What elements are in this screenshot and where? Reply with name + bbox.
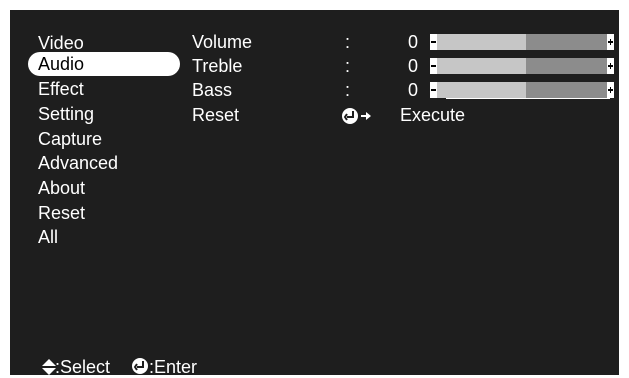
bass-label: Bass bbox=[192, 80, 233, 100]
treble-slider[interactable] bbox=[430, 58, 614, 74]
treble-value: 0 bbox=[408, 56, 419, 76]
volume-label: Volume bbox=[192, 32, 253, 52]
slider-track bbox=[526, 34, 614, 50]
bass-separator: : bbox=[345, 80, 351, 100]
volume-slider[interactable] bbox=[430, 34, 614, 50]
treble-separator: : bbox=[345, 56, 351, 76]
slider-fill bbox=[430, 58, 526, 74]
volume-separator: : bbox=[345, 32, 351, 52]
minus-icon[interactable] bbox=[430, 34, 437, 50]
slider-fill bbox=[430, 82, 526, 98]
volume-value: 0 bbox=[408, 32, 419, 52]
minus-icon[interactable] bbox=[430, 82, 437, 98]
menu-item-label: About bbox=[38, 178, 86, 198]
menu-item-label: Setting bbox=[38, 104, 95, 124]
minus-icon[interactable] bbox=[430, 58, 437, 74]
bass-value: 0 bbox=[408, 80, 419, 100]
menu-item-label: Audio bbox=[38, 54, 85, 74]
reset-label: Reset bbox=[192, 105, 240, 125]
projector-menu-screen: Video Audio Effect Setting Capture Advan… bbox=[10, 10, 619, 377]
menu-item-label: Reset All bbox=[38, 203, 86, 247]
plus-icon[interactable] bbox=[607, 82, 614, 98]
slider-track bbox=[526, 82, 614, 98]
enter-key-icon bbox=[132, 358, 148, 374]
plus-icon[interactable] bbox=[607, 34, 614, 50]
up-down-arrow-icon bbox=[42, 359, 56, 375]
enter-key-icon bbox=[342, 108, 371, 124]
plus-icon[interactable] bbox=[607, 58, 614, 74]
slider-underline bbox=[446, 98, 610, 99]
slider-fill bbox=[430, 34, 526, 50]
reset-execute-button[interactable]: Execute bbox=[400, 104, 465, 126]
menu-item-label: Advanced bbox=[38, 153, 119, 173]
menu-item-label: Effect bbox=[38, 79, 84, 99]
bass-slider[interactable] bbox=[430, 82, 614, 99]
slider-track bbox=[526, 58, 614, 74]
treble-label: Treble bbox=[192, 56, 243, 76]
menu-item-audio[interactable]: Audio bbox=[28, 52, 180, 76]
menu-item-label: Capture bbox=[38, 129, 103, 149]
